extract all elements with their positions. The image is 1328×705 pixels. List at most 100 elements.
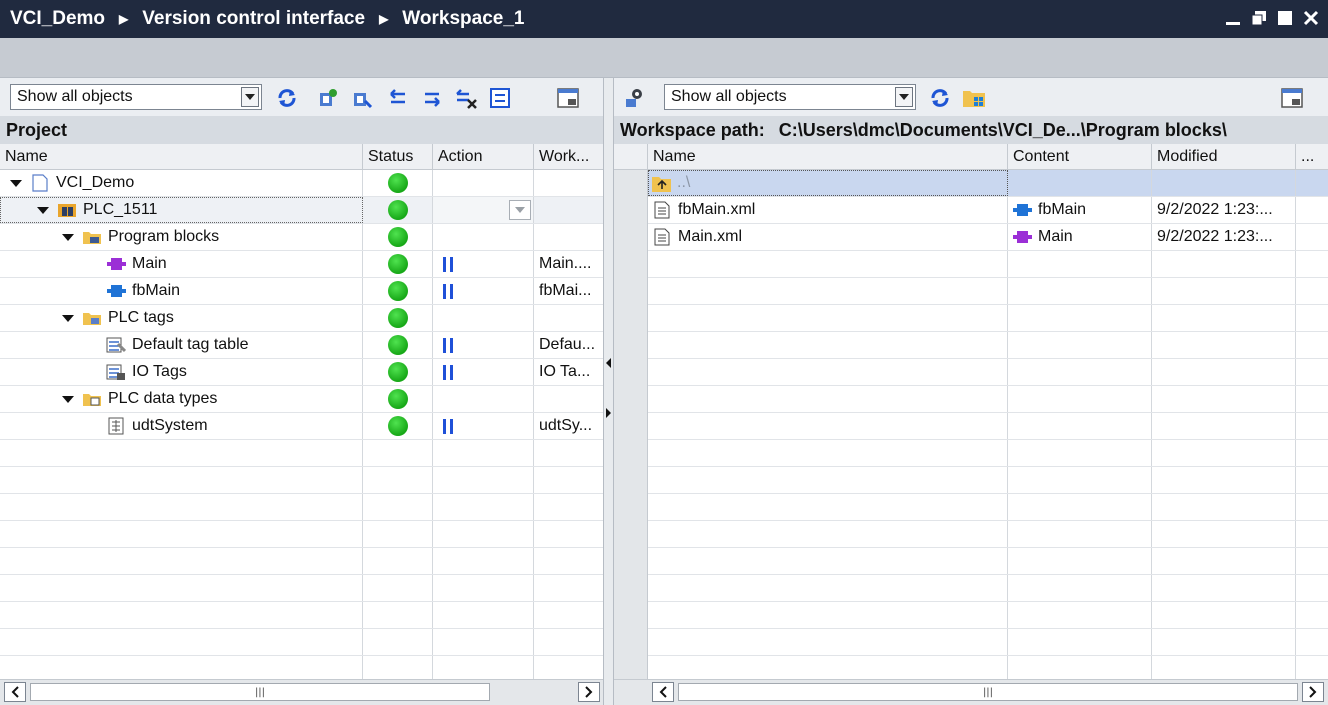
status-ok-icon — [387, 227, 408, 247]
workspace-path-value: C:\Users\dmc\Documents\VCI_De...\Program… — [778, 119, 1227, 140]
breadcrumb-project[interactable]: VCI_Demo — [10, 8, 105, 30]
column-header-more[interactable]: ... — [1296, 144, 1328, 169]
scrollbar-thumb[interactable]: ||| — [30, 683, 490, 701]
scrollbar-thumb[interactable]: ||| — [678, 683, 1298, 701]
tree-row[interactable]: PLC data types — [0, 386, 603, 413]
scroll-left-icon[interactable] — [652, 682, 674, 702]
action-no-action-icon — [443, 364, 453, 380]
breadcrumb-separator-icon: ▶ — [119, 12, 129, 26]
empty-row — [648, 440, 1328, 467]
status-ok-icon — [387, 254, 408, 274]
project-horizontal-scrollbar[interactable]: ||| — [0, 679, 603, 705]
workspace-path-label: Workspace path: — [620, 119, 765, 140]
tree-item-label: udtSystem — [132, 417, 208, 434]
empty-row — [0, 575, 603, 602]
tree-row[interactable]: Default tag table Defau... — [0, 332, 603, 359]
scroll-right-icon[interactable] — [578, 682, 600, 702]
empty-row — [0, 521, 603, 548]
column-header-status[interactable]: Status — [363, 144, 433, 169]
minimize-icon[interactable] — [1222, 6, 1244, 30]
refresh-icon[interactable] — [275, 86, 299, 110]
refresh-icon[interactable] — [928, 86, 952, 110]
splitter-arrows-icon[interactable] — [604, 348, 613, 428]
status-ok-icon — [387, 389, 408, 409]
file-row[interactable]: Main.xml Main 9/2/2022 1:23:... — [648, 224, 1328, 251]
empty-row — [648, 629, 1328, 656]
discard-icon[interactable] — [454, 86, 478, 110]
empty-row — [648, 386, 1328, 413]
breadcrumb-workspace[interactable]: Workspace_1 — [402, 8, 524, 30]
chevron-down-icon[interactable] — [241, 87, 259, 107]
data-type-icon — [106, 417, 126, 435]
expand-icon[interactable] — [62, 314, 74, 322]
empty-row — [0, 467, 603, 494]
expand-icon[interactable] — [62, 233, 74, 241]
status-ok-icon — [387, 362, 408, 382]
synchronize-icon[interactable] — [488, 86, 512, 110]
window-layout-icon[interactable] — [556, 86, 580, 110]
arrow-right-icon[interactable] — [420, 86, 444, 110]
ob-block-icon — [106, 255, 126, 273]
expand-icon[interactable] — [10, 179, 22, 187]
tree-item-label: PLC tags — [108, 309, 174, 326]
workspace-path-bar: Workspace path: C:\Users\dmc\Documents\V… — [614, 116, 1328, 144]
maximize-icon[interactable] — [1274, 6, 1296, 30]
tree-row-selected[interactable]: PLC_1511 — [0, 197, 603, 224]
workspace-filter-value: Show all objects — [671, 88, 787, 105]
restore-icon[interactable] — [1248, 6, 1270, 30]
window-layout-icon[interactable] — [1280, 86, 1304, 110]
empty-row — [648, 413, 1328, 440]
column-header-content[interactable]: Content — [1008, 144, 1152, 169]
column-header-modified[interactable]: Modified — [1152, 144, 1296, 169]
tree-row[interactable]: Main Main.... — [0, 251, 603, 278]
file-name: Main.xml — [678, 228, 743, 245]
column-header-action[interactable]: Action — [433, 144, 534, 169]
tree-item-label: fbMain — [132, 282, 181, 299]
workspace-pane: Show all objects Workspace path: C:\User… — [614, 78, 1328, 705]
workspace-cell — [534, 305, 603, 331]
tree-row[interactable]: IO Tags IO Ta... — [0, 359, 603, 386]
breadcrumb-vci[interactable]: Version control interface — [142, 8, 365, 30]
tree-row[interactable]: udtSystem udtSy... — [0, 413, 603, 440]
tree-row[interactable]: fbMain fbMai... — [0, 278, 603, 305]
column-header-name[interactable]: Name — [648, 144, 1008, 169]
scroll-left-icon[interactable] — [4, 682, 26, 702]
workspace-table-header: Name Content Modified ... — [614, 144, 1328, 170]
chevron-down-icon[interactable] — [895, 87, 913, 107]
workspace-filter-select[interactable]: Show all objects — [664, 84, 916, 110]
status-ok-icon — [387, 200, 408, 220]
workspace-cell — [534, 170, 603, 196]
parent-folder-row[interactable]: ..\ — [648, 170, 1328, 197]
workspace-settings-icon[interactable] — [622, 86, 646, 110]
tree-item-label: Default tag table — [132, 336, 249, 353]
column-header-name[interactable]: Name — [0, 144, 363, 169]
add-to-workspace-icon[interactable] — [316, 86, 340, 110]
update-from-workspace-icon[interactable] — [350, 86, 374, 110]
action-dropdown-chevron-icon[interactable] — [509, 200, 531, 220]
tree-row[interactable]: PLC tags — [0, 305, 603, 332]
tree-row[interactable]: Program blocks — [0, 224, 603, 251]
folder-icon — [82, 228, 102, 246]
expand-icon[interactable] — [37, 206, 49, 214]
empty-row — [648, 548, 1328, 575]
workspace-cell: udtSy... — [539, 417, 593, 434]
tree-item-label: PLC_1511 — [83, 201, 158, 218]
project-tree: VCI_Demo PLC_1511 Program blocks Main Ma… — [0, 170, 603, 683]
workspace-horizontal-scrollbar[interactable]: ||| — [614, 679, 1328, 705]
file-name: fbMain.xml — [678, 201, 756, 218]
scroll-right-icon[interactable] — [1302, 682, 1324, 702]
tree-item-label: IO Tags — [132, 363, 187, 380]
tree-item-label: Main — [132, 255, 167, 272]
empty-row — [648, 251, 1328, 278]
arrow-left-icon[interactable] — [386, 86, 410, 110]
file-row[interactable]: fbMain.xml fbMain 9/2/2022 1:23:... — [648, 197, 1328, 224]
open-explorer-icon[interactable] — [962, 86, 986, 110]
fb-block-icon — [1012, 201, 1032, 219]
tree-row[interactable]: VCI_Demo — [0, 170, 603, 197]
expand-icon[interactable] — [62, 395, 74, 403]
close-icon[interactable] — [1300, 6, 1322, 30]
project-filter-select[interactable]: Show all objects — [10, 84, 262, 110]
pane-splitter[interactable] — [603, 78, 614, 705]
column-header-workspace[interactable]: Work... — [534, 144, 603, 169]
plc-icon — [57, 201, 77, 219]
